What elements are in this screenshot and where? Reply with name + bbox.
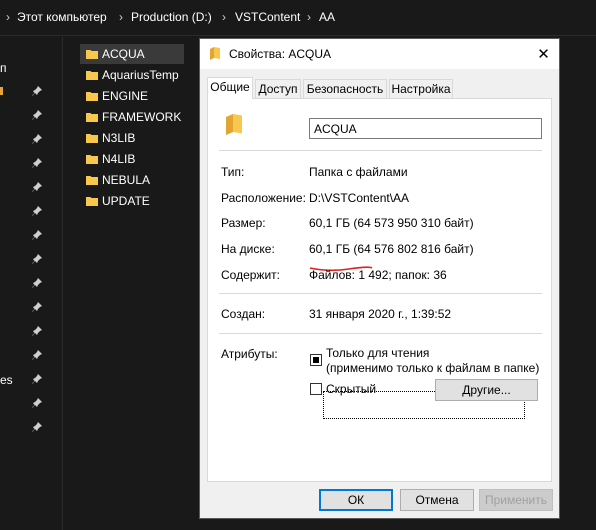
chevron-right-icon: ›	[222, 10, 226, 24]
close-button[interactable]: ✕	[528, 39, 559, 69]
pin-icon	[32, 134, 42, 144]
folder-icon	[86, 153, 98, 165]
pin-icon	[32, 422, 42, 432]
readonly-checkbox[interactable]	[310, 354, 322, 366]
folder-icon	[86, 195, 98, 207]
chevron-right-icon: ›	[307, 10, 311, 24]
dialog-titlebar[interactable]: Свойства: ACQUA ✕	[200, 39, 559, 69]
size-value: 60,1 ГБ (64 573 950 310 байт)	[309, 216, 474, 230]
file-item-framework[interactable]: FRAMEWORK	[80, 107, 184, 127]
file-item-nebula[interactable]: NEBULA	[80, 170, 184, 190]
file-name: UPDATE	[102, 194, 150, 208]
pin-icon	[32, 206, 42, 216]
pin-icon	[32, 350, 42, 360]
type-value: Папка с файлами	[309, 165, 408, 179]
hidden-checkbox[interactable]	[310, 383, 322, 395]
folder-icon	[86, 132, 98, 144]
file-item-n3lib[interactable]: N3LIB	[80, 128, 184, 148]
nav-item-fragment[interactable]: п	[0, 61, 7, 75]
created-value: 31 января 2020 г., 1:39:52	[309, 307, 452, 321]
ok-button[interactable]: ОК	[319, 489, 393, 511]
folder-icon	[86, 48, 98, 60]
file-name: ACQUA	[102, 47, 145, 61]
chevron-right-icon: ›	[6, 10, 10, 24]
readonly-sublabel[interactable]: (применимо только к файлам в папке)	[326, 361, 539, 375]
general-panel: Тип: Папка с файлами Расположение: D:\VS…	[207, 98, 552, 482]
breadcrumb-drive[interactable]: Production (D:)	[131, 10, 212, 24]
navigation-pane	[0, 37, 62, 530]
hidden-label[interactable]: Скрытый	[326, 382, 376, 396]
breadcrumb-vstcontent[interactable]: VSTContent	[235, 10, 300, 24]
file-item-aquariustemp[interactable]: AquariusTemp	[80, 65, 184, 85]
folder-icon	[86, 111, 98, 123]
folder-icon	[86, 69, 98, 81]
file-name: FRAMEWORK	[102, 110, 182, 124]
tab-sharing[interactable]: Доступ	[255, 79, 301, 99]
pin-icon	[32, 326, 42, 336]
pin-icon	[32, 158, 42, 168]
cancel-button[interactable]: Отмена	[400, 489, 474, 511]
pin-icon	[32, 278, 42, 288]
chevron-right-icon: ›	[119, 10, 123, 24]
file-item-update[interactable]: UPDATE	[80, 191, 184, 211]
file-item-acqua[interactable]: ACQUA	[80, 44, 184, 64]
folder-icon	[209, 47, 221, 60]
file-name: AquariusTemp	[102, 68, 179, 82]
file-name: ENGINE	[102, 89, 149, 103]
pin-icon	[32, 182, 42, 192]
file-item-engine[interactable]: ENGINE	[80, 86, 184, 106]
checkbox-indeterminate-mark	[313, 357, 319, 363]
location-label: Расположение:	[221, 191, 306, 205]
tab-general[interactable]: Общие	[207, 77, 253, 99]
pin-icon	[32, 398, 42, 408]
file-name: N4LIB	[102, 152, 136, 166]
file-name: N3LIB	[102, 131, 136, 145]
close-icon: ✕	[537, 46, 550, 63]
type-label: Тип:	[221, 165, 245, 179]
tab-security[interactable]: Безопасность	[303, 79, 387, 99]
dialog-title: Свойства: ACQUA	[229, 47, 332, 61]
divider	[219, 333, 542, 334]
pin-icon	[32, 110, 42, 120]
folder-icon	[86, 90, 98, 102]
folder-icon	[225, 113, 243, 135]
pin-icon	[32, 86, 42, 96]
size-label: Размер:	[221, 216, 266, 230]
folder-icon	[86, 174, 98, 186]
pin-icon	[32, 254, 42, 264]
created-label: Создан:	[221, 307, 266, 321]
pin-icon	[32, 302, 42, 312]
folder-name-input[interactable]	[309, 118, 542, 139]
ondisk-value: 60,1 ГБ (64 576 802 816 байт)	[309, 242, 474, 256]
ondisk-label: На диске:	[221, 242, 275, 256]
divider	[219, 293, 542, 294]
apply-button[interactable]: Применить	[479, 489, 553, 511]
pane-divider[interactable]	[62, 37, 63, 530]
pin-icon	[32, 230, 42, 240]
file-item-n4lib[interactable]: N4LIB	[80, 149, 184, 169]
pin-icon	[32, 374, 42, 384]
contains-value: Файлов: 1 492; папок: 36	[309, 268, 447, 282]
divider	[219, 150, 542, 151]
nav-item-folder-icon	[0, 87, 3, 95]
tab-customize[interactable]: Настройка	[389, 79, 453, 99]
nav-item-fragment[interactable]: es	[0, 373, 13, 387]
file-name: NEBULA	[102, 173, 151, 187]
breadcrumb-aa[interactable]: AA	[319, 10, 335, 24]
other-attributes-button[interactable]: Другие...	[435, 379, 538, 401]
breadcrumb-this-pc[interactable]: Этот компьютер	[17, 10, 107, 24]
properties-dialog: Свойства: ACQUA ✕ Общие Доступ Безопасно…	[199, 38, 560, 519]
contains-label: Содержит:	[221, 268, 280, 282]
attributes-label: Атрибуты:	[221, 347, 278, 361]
location-value: D:\VSTContent\AA	[309, 191, 410, 205]
readonly-label[interactable]: Только для чтения	[326, 346, 429, 360]
address-bar[interactable]: › Этот компьютер › Production (D:) › VST…	[0, 0, 596, 36]
